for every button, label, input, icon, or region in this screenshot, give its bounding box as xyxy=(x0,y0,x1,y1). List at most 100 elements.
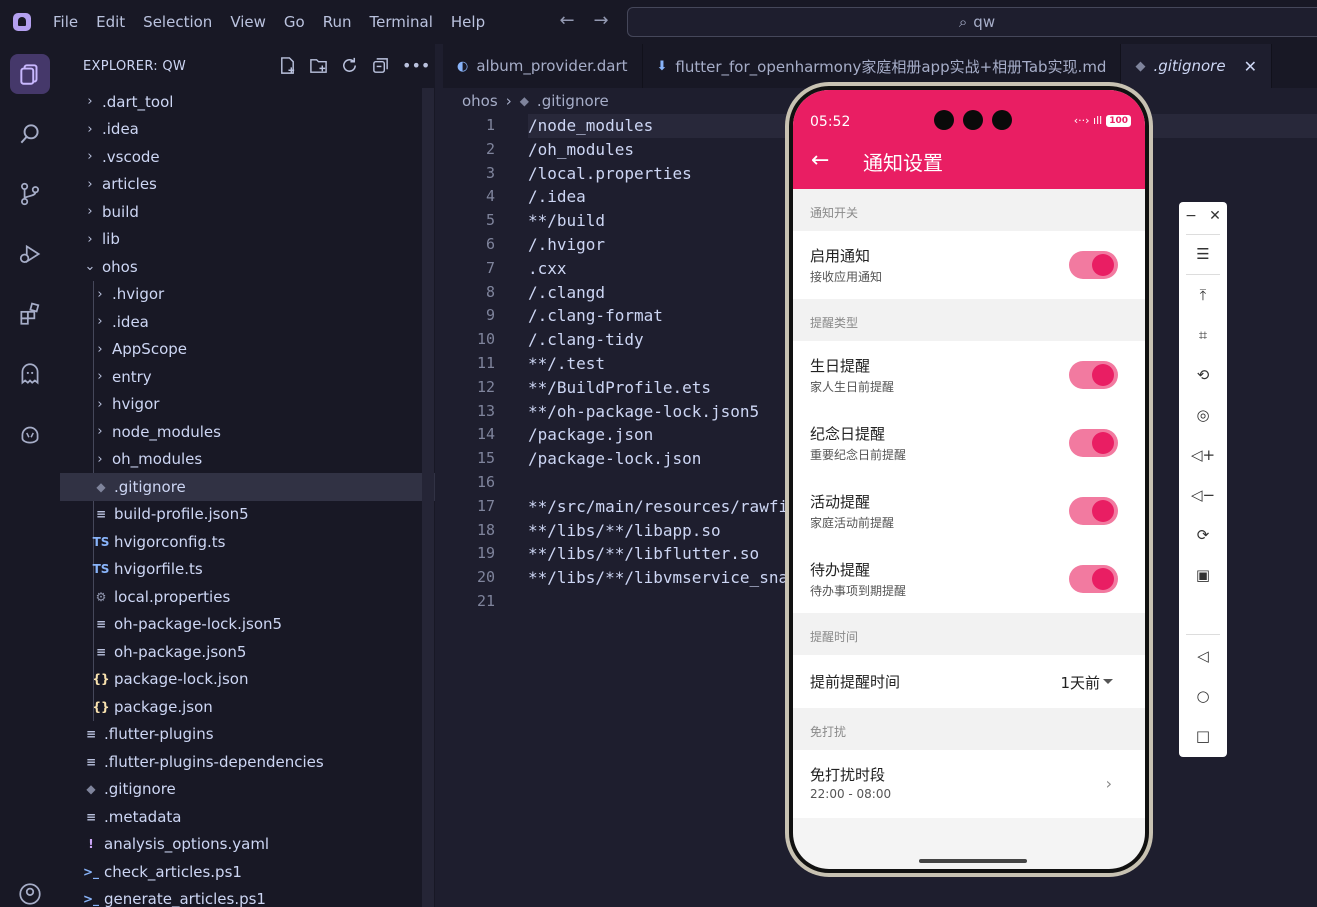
explorer-icon[interactable] xyxy=(10,54,50,94)
git-file-icon: ◆ xyxy=(96,479,106,494)
dropdown-value[interactable]: 1天前 xyxy=(1060,672,1100,693)
setting-title: 纪念日提醒 xyxy=(810,425,886,443)
tree-folder[interactable]: › .hvigor xyxy=(60,281,435,309)
tree-file[interactable]: ≡ .metadata xyxy=(60,803,435,831)
tree-folder[interactable]: › build xyxy=(60,198,435,226)
tree-folder[interactable]: › .dart_tool xyxy=(60,88,435,116)
rotate-icon[interactable]: ⟲ xyxy=(1191,363,1215,387)
tree-folder[interactable]: › .idea xyxy=(60,116,435,144)
rotate-device-icon[interactable]: ⟳ xyxy=(1191,523,1215,547)
tree-file[interactable]: ⚙ local.properties xyxy=(60,583,435,611)
arrow-left-icon[interactable]: ← xyxy=(556,10,578,31)
refresh-icon[interactable] xyxy=(340,56,359,75)
editor-tab[interactable]: ◆ .gitignore ✕ xyxy=(1121,44,1272,88)
tree-file[interactable]: TS hvigorfile.ts xyxy=(60,556,435,584)
account-icon[interactable] xyxy=(10,874,50,907)
setting-anniversary-reminder[interactable]: 纪念日提醒 重要纪念日前提醒 xyxy=(793,409,1145,477)
breadcrumb-folder[interactable]: ohos xyxy=(462,92,498,110)
tree-folder[interactable]: › articles xyxy=(60,171,435,199)
back-arrow-icon[interactable]: ← xyxy=(811,148,829,173)
new-folder-icon[interactable] xyxy=(309,56,328,75)
ghost-extension-icon[interactable] xyxy=(10,354,50,394)
setting-birthday-reminder[interactable]: 生日提醒 家人生日前提醒 xyxy=(793,341,1145,409)
tree-folder[interactable]: ⌄ ohos xyxy=(60,253,435,281)
close-icon[interactable]: ✕ xyxy=(1244,57,1257,76)
setting-enable-notifications[interactable]: 启用通知 接收应用通知 xyxy=(793,231,1145,299)
command-center-search[interactable]: ⌕ qw xyxy=(627,7,1317,37)
sidebar-scrollbar[interactable] xyxy=(422,88,434,907)
back-nav-icon[interactable]: ◁ xyxy=(1191,644,1215,668)
volume-down-icon[interactable]: ◁− xyxy=(1191,483,1215,507)
menu-icon[interactable]: ☰ xyxy=(1191,242,1215,266)
toggle-switch[interactable] xyxy=(1069,361,1118,389)
tree-file[interactable]: ! analysis_options.yaml xyxy=(60,831,435,859)
tree-folder[interactable]: › entry xyxy=(60,363,435,391)
section-title: 提醒时间 xyxy=(793,613,1145,655)
tree-file[interactable]: TS hvigorconfig.ts xyxy=(60,528,435,556)
tree-folder[interactable]: › .idea xyxy=(60,308,435,336)
source-control-icon[interactable] xyxy=(10,174,50,214)
breadcrumb-file[interactable]: .gitignore xyxy=(537,92,609,110)
tree-file[interactable]: ◆ .gitignore xyxy=(60,776,435,804)
editor-tab[interactable]: ◐ album_provider.dart xyxy=(443,44,643,88)
tree-file[interactable]: >_ generate_articles.ps1 xyxy=(60,886,435,907)
section-title: 提醒类型 xyxy=(793,299,1145,341)
volume-up-icon[interactable]: ◁+ xyxy=(1191,443,1215,467)
setting-todo-reminder[interactable]: 待办提醒 待办事项到期提醒 xyxy=(793,545,1145,613)
tree-file[interactable]: ◆ .gitignore xyxy=(60,473,435,501)
tree-file[interactable]: {} package-lock.json xyxy=(60,666,435,694)
tree-folder[interactable]: › hvigor xyxy=(60,391,435,419)
tree-folder[interactable]: › AppScope xyxy=(60,336,435,364)
home-indicator[interactable] xyxy=(919,859,1027,863)
tree-folder[interactable]: › node_modules xyxy=(60,418,435,446)
tree-file[interactable]: ≡ .flutter-plugins xyxy=(60,721,435,749)
setting-subtitle: 家庭活动前提醒 xyxy=(810,516,895,530)
recent-nav-icon[interactable]: □ xyxy=(1191,724,1215,748)
setting-title: 启用通知 xyxy=(810,247,871,265)
menu-edit[interactable]: Edit xyxy=(87,0,134,44)
run-debug-icon[interactable] xyxy=(10,234,50,274)
menu-help[interactable]: Help xyxy=(442,0,494,44)
screen-record-icon[interactable]: ▣ xyxy=(1191,563,1215,587)
collapse-all-icon[interactable] xyxy=(371,56,390,75)
tree-folder[interactable]: › oh_modules xyxy=(60,446,435,474)
setting-do-not-disturb[interactable]: 免打扰时段 22:00 - 08:00 › xyxy=(793,750,1145,818)
tree-file[interactable]: ≡ .flutter-plugins-dependencies xyxy=(60,748,435,776)
pin-top-icon[interactable]: ⤒ xyxy=(1191,283,1215,307)
menu-file[interactable]: File xyxy=(44,0,87,44)
tree-folder[interactable]: › .vscode xyxy=(60,143,435,171)
crop-icon[interactable]: ⌗ xyxy=(1191,323,1215,347)
minimize-icon[interactable]: − xyxy=(1185,208,1197,224)
tree-item-label: build-profile.json5 xyxy=(114,505,249,524)
toggle-switch[interactable] xyxy=(1069,565,1118,593)
new-file-icon[interactable] xyxy=(278,56,297,75)
setting-advance-time[interactable]: 提前提醒时间 1天前 xyxy=(793,655,1145,708)
toggle-switch[interactable] xyxy=(1069,251,1118,279)
menu-view[interactable]: View xyxy=(221,0,275,44)
menu-go[interactable]: Go xyxy=(275,0,314,44)
menu-selection[interactable]: Selection xyxy=(134,0,221,44)
setting-activity-reminder[interactable]: 活动提醒 家庭活动前提醒 xyxy=(793,477,1145,545)
arrow-right-icon[interactable]: → xyxy=(590,10,612,31)
toggle-switch[interactable] xyxy=(1069,497,1118,525)
menu-terminal[interactable]: Terminal xyxy=(361,0,442,44)
tree-file[interactable]: {} package.json xyxy=(60,693,435,721)
tree-file[interactable]: ≡ oh-package-lock.json5 xyxy=(60,611,435,639)
close-icon[interactable]: ✕ xyxy=(1209,208,1221,224)
search-activity-icon[interactable] xyxy=(10,114,50,154)
chevron-right-icon: › xyxy=(87,121,93,137)
tree-item-label: hvigorconfig.ts xyxy=(114,532,226,551)
tree-item-label: ohos xyxy=(102,257,138,276)
toggle-switch[interactable] xyxy=(1069,429,1118,457)
tree-file[interactable]: ≡ oh-package.json5 xyxy=(60,638,435,666)
tree-file[interactable]: >_ check_articles.ps1 xyxy=(60,858,435,886)
screenshot-icon[interactable]: ◎ xyxy=(1191,403,1215,427)
tree-file[interactable]: ≡ build-profile.json5 xyxy=(60,501,435,529)
menu-run[interactable]: Run xyxy=(314,0,361,44)
extensions-icon[interactable] xyxy=(10,294,50,334)
home-nav-icon[interactable]: ○ xyxy=(1191,684,1215,708)
copilot-icon[interactable] xyxy=(10,414,50,454)
tree-folder[interactable]: › lib xyxy=(60,226,435,254)
more-actions-icon[interactable]: ••• xyxy=(402,56,430,75)
tree-item-label: .gitignore xyxy=(114,477,186,496)
